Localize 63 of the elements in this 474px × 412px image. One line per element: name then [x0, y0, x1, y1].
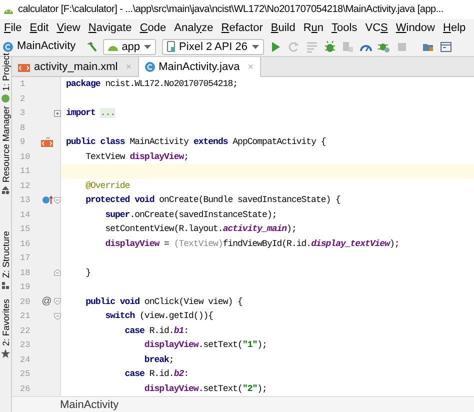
menu-item[interactable]: Build: [266, 20, 300, 36]
line-number: 22: [19, 324, 32, 338]
breadcrumb-item[interactable]: MainActivity: [60, 396, 119, 412]
tool-window-button[interactable]: 2: Favorites: [0, 298, 12, 346]
line-number: 9: [19, 136, 26, 149]
code-line: package ncist.WL172.No201707054218;: [66, 79, 238, 89]
menu-item[interactable]: View: [52, 20, 84, 36]
code-line: protected void onCreate(Bundle savedInstanceState) {: [84, 195, 340, 205]
code-line: super.onCreate(savedInstanceState);: [104, 210, 277, 220]
code-line: @Override: [84, 180, 130, 190]
line-number: 23: [19, 339, 32, 352]
menu-item[interactable]: Help: [439, 20, 470, 36]
code-line: TextView displayView;: [84, 152, 189, 162]
menu-item[interactable]: VCS: [361, 20, 392, 36]
device-dropdown[interactable]: Pixel 2 API 26: [162, 38, 264, 54]
line-number: 18: [19, 266, 32, 280]
tool-window-button[interactable]: Resource Manager: [0, 106, 12, 183]
line-number: 2: [19, 92, 26, 106]
line-number: 11: [19, 165, 32, 178]
line-number: 10: [19, 150, 32, 164]
menu-item[interactable]: Code: [136, 20, 170, 36]
line-number: 19: [19, 281, 32, 294]
code-line: case R.id.b1:: [124, 326, 189, 336]
code-line: setContentView(R.layout.activity_main);: [104, 224, 296, 234]
line-number: 17: [19, 252, 32, 265]
line-number: 13: [19, 194, 32, 207]
line-number: 26: [19, 382, 32, 396]
tool-window-button[interactable]: 1: Project: [0, 53, 12, 92]
line-number: 3: [19, 107, 26, 120]
tool-window-button[interactable]: Z: Structure: [0, 230, 12, 278]
line-number: 1: [19, 78, 26, 91]
line-number: 25: [19, 368, 32, 381]
code-line: }: [84, 268, 91, 278]
window-title: calculator [F:\calculator] - ...\app\src\main\java\ncist\WL172\No201707054218\MainActivity.java [app...: [18, 3, 444, 17]
menu-item[interactable]: Window: [392, 20, 439, 36]
line-number: 20: [19, 296, 32, 308]
line-number: 24: [19, 354, 32, 366]
code-line: public void onClick(View view) {: [84, 296, 242, 306]
code-line: case R.id.b2:: [124, 369, 189, 379]
line-number: 15: [19, 223, 32, 236]
code-line: displayView.setText("2");: [143, 384, 267, 394]
code-line: displayView.setText("1");: [143, 340, 267, 350]
menu-item[interactable]: Navigate: [84, 20, 136, 36]
menu-item[interactable]: Analyze: [170, 20, 218, 36]
code-line: break;: [143, 354, 174, 364]
menu-item[interactable]: Tools: [328, 20, 362, 36]
menu-item[interactable]: Run: [299, 20, 328, 36]
gutter-marker[interactable]: @: [42, 294, 52, 310]
editor-tab[interactable]: MainActivity.java ×: [138, 57, 261, 77]
line-number: 16: [19, 238, 32, 250]
code-line: public class MainActivity extends AppCompatActivity {: [66, 137, 326, 147]
code-line: import ...: [66, 108, 116, 118]
breadcrumb-item[interactable]: MainActivity: [17, 38, 76, 55]
menu-item[interactable]: Edit: [26, 20, 53, 36]
menu-item[interactable]: File: [0, 20, 26, 36]
menu-item[interactable]: Refactor: [217, 20, 267, 36]
module-dropdown[interactable]: app: [102, 38, 156, 54]
line-number: 12: [19, 180, 32, 192]
code-line: switch (view.getId()){: [104, 311, 214, 321]
line-number: 21: [19, 310, 32, 323]
line-number: 8: [19, 122, 26, 134]
code-line: displayView = (TextView)findViewById(R.id.display_textView);: [104, 238, 400, 248]
line-number: 14: [19, 208, 32, 222]
